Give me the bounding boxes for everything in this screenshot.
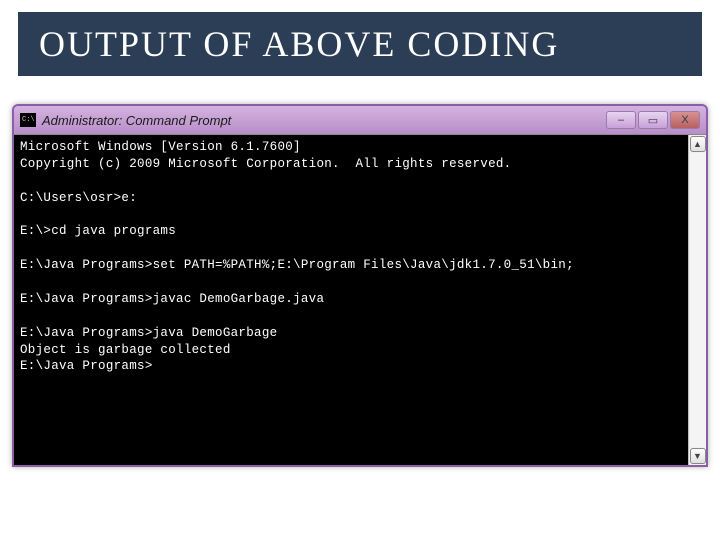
minimize-button[interactable]: – — [606, 111, 636, 129]
console-output[interactable]: Microsoft Windows [Version 6.1.7600] Cop… — [14, 135, 688, 465]
close-button[interactable]: X — [670, 111, 700, 129]
slide-header: OUTPUT OF ABOVE CODING — [18, 12, 702, 76]
scroll-up-button[interactable]: ▲ — [690, 136, 706, 152]
slide-title: OUTPUT OF ABOVE CODING — [39, 23, 681, 65]
window-controls: – ▭ X — [606, 111, 700, 129]
scroll-down-button[interactable]: ▼ — [690, 448, 706, 464]
slide-body: Administrator: Command Prompt – ▭ X Micr… — [0, 76, 720, 467]
console-area: Microsoft Windows [Version 6.1.7600] Cop… — [14, 134, 706, 465]
command-prompt-icon — [20, 113, 36, 127]
command-prompt-window: Administrator: Command Prompt – ▭ X Micr… — [12, 104, 708, 467]
vertical-scrollbar[interactable]: ▲ ▼ — [688, 135, 706, 465]
chevron-up-icon: ▲ — [693, 139, 702, 149]
maximize-button[interactable]: ▭ — [638, 111, 668, 129]
chevron-down-icon: ▼ — [693, 451, 702, 461]
maximize-icon: ▭ — [648, 114, 658, 127]
window-title: Administrator: Command Prompt — [42, 113, 606, 128]
minimize-icon: – — [618, 114, 624, 126]
window-titlebar[interactable]: Administrator: Command Prompt – ▭ X — [14, 106, 706, 134]
scroll-track[interactable] — [690, 153, 706, 447]
close-icon: X — [681, 114, 688, 126]
